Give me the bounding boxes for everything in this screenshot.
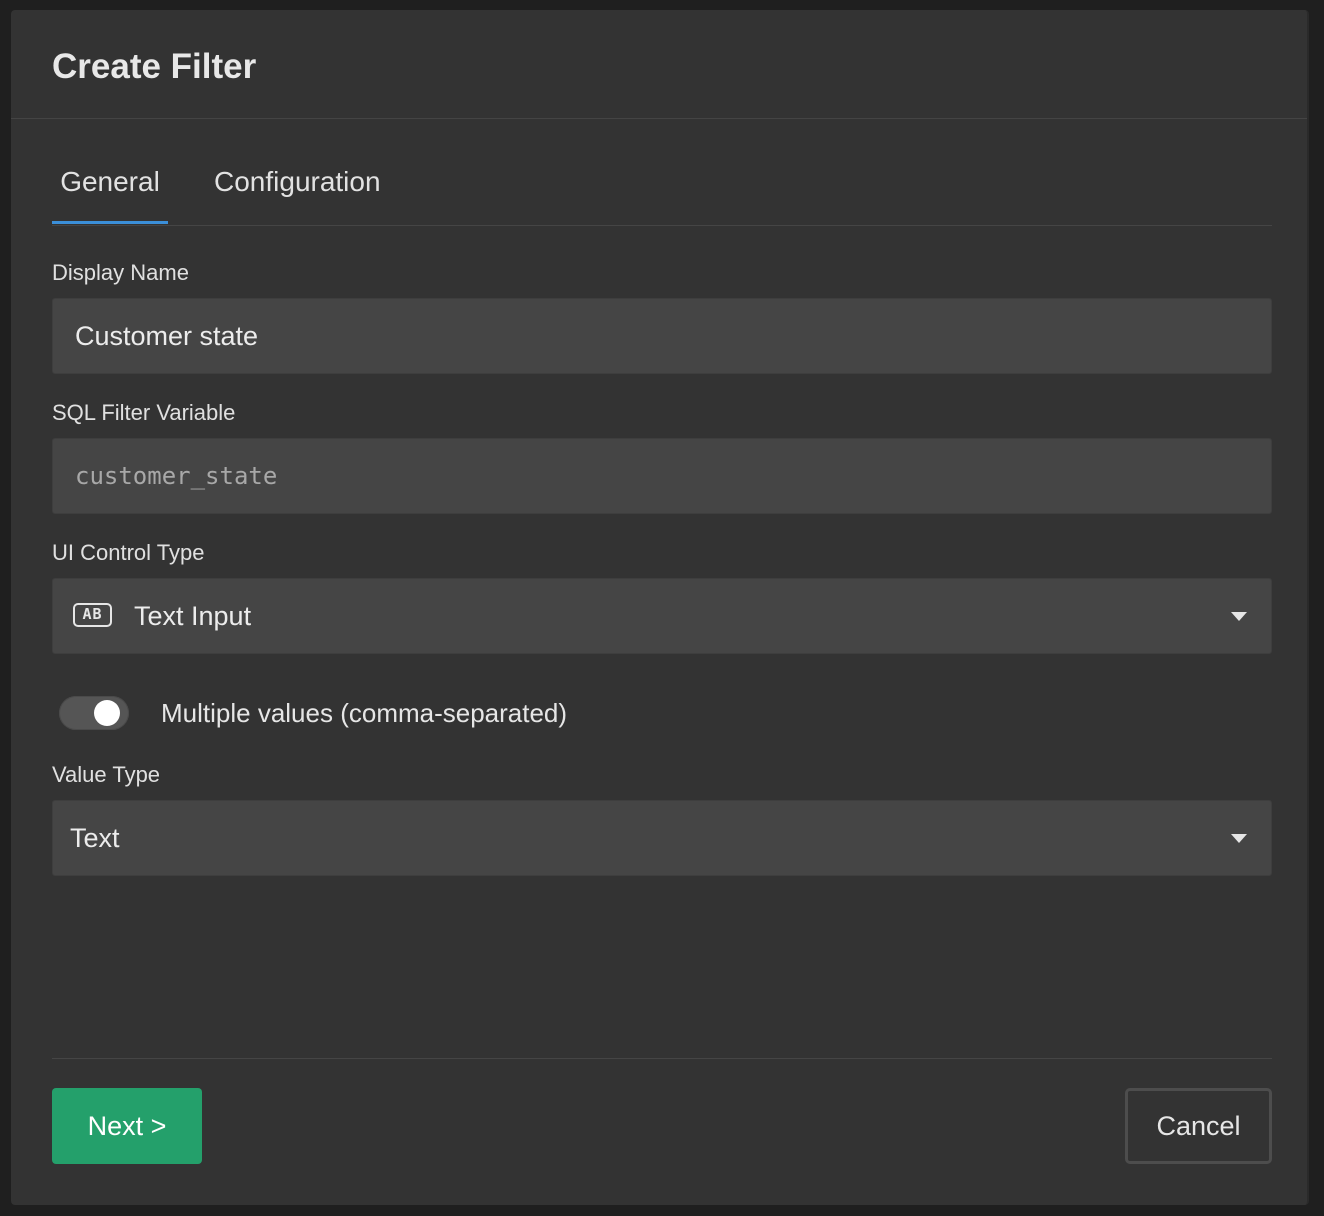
dialog-header: Create Filter (11, 10, 1307, 119)
tab-configuration[interactable]: Configuration (214, 160, 381, 223)
multiple-values-label: Multiple values (comma-separated) (161, 698, 568, 728)
value-type-value: Text (70, 823, 120, 853)
value-type-select[interactable]: Text (52, 800, 1272, 876)
sql-filter-variable-input[interactable]: customer_state (52, 438, 1272, 514)
tab-bar: General Configuration (52, 160, 1272, 226)
create-filter-dialog: Create Filter General Configuration Disp… (11, 10, 1309, 1205)
next-button[interactable]: Next > (52, 1088, 202, 1164)
ui-control-type-label: UI Control Type (52, 540, 205, 565)
chevron-down-icon (1231, 834, 1247, 843)
display-name-value: Customer state (75, 321, 259, 351)
text-input-ab-icon: AB (73, 603, 112, 627)
dialog-title: Create Filter (52, 47, 257, 86)
multiple-values-toggle[interactable] (59, 696, 129, 730)
sql-filter-variable-label: SQL Filter Variable (52, 400, 236, 425)
footer-divider (52, 1058, 1272, 1059)
ui-control-type-select[interactable]: AB Text Input (52, 578, 1272, 654)
display-name-label: Display Name (52, 260, 189, 285)
ui-control-type-value: Text Input (134, 601, 252, 631)
sql-filter-variable-value: customer_state (75, 462, 278, 490)
cancel-button[interactable]: Cancel (1125, 1088, 1272, 1164)
display-name-input[interactable]: Customer state (52, 298, 1272, 374)
toggle-knob (94, 700, 120, 726)
chevron-down-icon (1231, 612, 1247, 621)
value-type-label: Value Type (52, 762, 161, 787)
tab-general[interactable]: General (52, 160, 168, 224)
